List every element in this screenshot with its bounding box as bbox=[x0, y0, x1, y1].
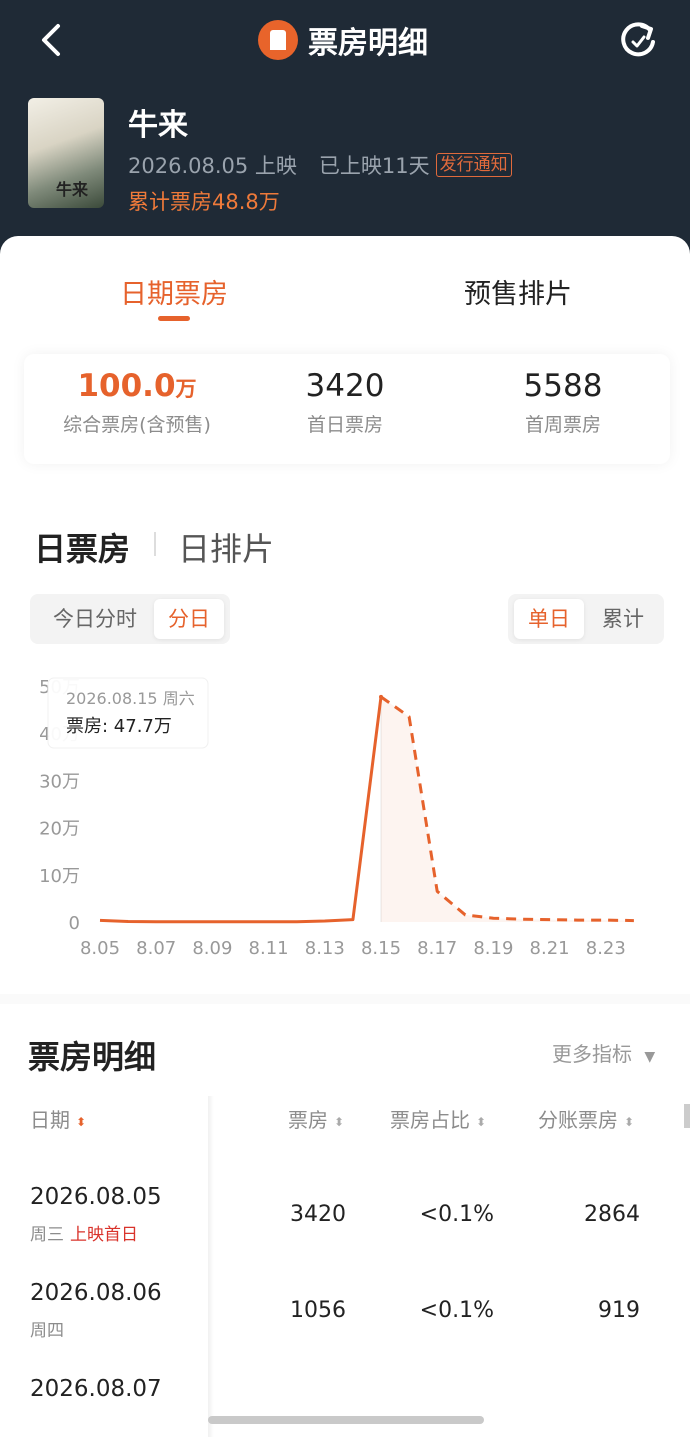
row-box: 3420 bbox=[290, 1202, 346, 1227]
x-tick-label: 8.17 bbox=[417, 938, 457, 959]
column-header-box[interactable]: 票房 ⬍ bbox=[288, 1104, 344, 1133]
section-title-daily-box[interactable]: 日票房 bbox=[34, 524, 130, 570]
table-row[interactable]: 2026.08.07 bbox=[0, 1376, 690, 1416]
caret-down-icon: ▼ bbox=[644, 1049, 656, 1065]
refresh-button[interactable] bbox=[616, 18, 660, 62]
x-tick-label: 8.13 bbox=[305, 938, 345, 959]
stat-total-unit: 万 bbox=[175, 377, 197, 401]
tab-presale-schedule[interactable]: 预售排片 bbox=[464, 272, 572, 311]
section-gap bbox=[0, 994, 690, 1004]
home-indicator[interactable] bbox=[208, 1416, 484, 1424]
column-header-split[interactable]: 分账票房 ⬍ bbox=[538, 1104, 634, 1133]
stat-total-value: 100.0 bbox=[77, 368, 176, 404]
column-header-overflow bbox=[684, 1104, 690, 1128]
x-tick-label: 8.05 bbox=[80, 938, 120, 959]
table-row[interactable]: 2026.08.06 周四 1056 <0.1% 919 bbox=[0, 1280, 690, 1376]
y-tick-label: 10万 bbox=[39, 866, 80, 887]
y-tick-label: 0 bbox=[69, 913, 80, 934]
sort-icon: ⬍ bbox=[334, 1114, 345, 1129]
stat-total-label: 综合票房(含预售) bbox=[63, 414, 211, 436]
chevron-left-icon bbox=[42, 24, 60, 56]
x-tick-label: 8.23 bbox=[586, 938, 626, 959]
data-point[interactable] bbox=[379, 694, 383, 699]
release-date: 2026.08.05 上映 bbox=[128, 154, 297, 178]
y-tick-label: 20万 bbox=[39, 819, 80, 840]
cumulative-box-office: 累计票房48.8万 bbox=[128, 190, 280, 214]
time-range-toggle: 今日分时 分日 bbox=[30, 594, 230, 644]
tooltip-date: 2026.08.15 周六 bbox=[66, 689, 195, 708]
x-tick-label: 8.07 bbox=[136, 938, 176, 959]
poster-title: 牛来 bbox=[56, 180, 89, 199]
column-header-date[interactable]: 日期 ⬍ bbox=[30, 1104, 86, 1133]
main-card: 日期票房 预售排片 100.0万 综合票房(含预售) 3420 首日票房 558… bbox=[0, 236, 690, 1437]
tab-indicator bbox=[158, 316, 190, 321]
table-title: 票房明细 bbox=[28, 1038, 157, 1076]
notice-badge[interactable]: 发行通知 bbox=[435, 153, 512, 177]
column-header-share[interactable]: 票房占比 ⬍ bbox=[390, 1104, 486, 1133]
stat-first-day: 3420 首日票房 bbox=[240, 368, 450, 437]
sort-icon: ⬍ bbox=[76, 1114, 87, 1129]
stat-total: 100.0万 综合票房(含预售) bbox=[32, 368, 242, 437]
more-metrics-label: 更多指标 bbox=[552, 1042, 632, 1066]
table-row[interactable]: 2026.08.05 周三 上映首日 3420 <0.1% 2864 bbox=[0, 1184, 690, 1280]
daily-box-office-chart[interactable]: 010万20万30万40万50万8.058.078.098.118.138.15… bbox=[0, 666, 690, 996]
column-header-box-label: 票房 bbox=[288, 1108, 328, 1132]
row-weekday-text: 周三 bbox=[30, 1225, 64, 1245]
sort-icon: ⬍ bbox=[624, 1114, 635, 1129]
stats-panel: 100.0万 综合票房(含预售) 3420 首日票房 5588 首周票房 bbox=[24, 354, 670, 464]
row-weekday: 周四 bbox=[30, 1316, 70, 1341]
stat-first-week-value: 5588 bbox=[523, 368, 603, 404]
stat-first-week-label: 首周票房 bbox=[524, 414, 601, 436]
days-showing: 已上映11天 bbox=[318, 154, 430, 178]
more-metrics-button[interactable]: 更多指标 ▼ bbox=[552, 1038, 655, 1067]
row-date: 2026.08.06 bbox=[30, 1280, 162, 1306]
movie-header: 票房明细 牛来 牛来 2026.08.05 上映 已上映11天 发行通知 累计票… bbox=[0, 0, 690, 262]
movie-name: 牛来 bbox=[128, 108, 188, 143]
toggle-cumulative[interactable]: 累计 bbox=[588, 599, 658, 639]
release-info: 2026.08.05 上映 已上映11天 发行通知 bbox=[128, 150, 512, 180]
column-header-split-label: 分账票房 bbox=[538, 1108, 618, 1132]
tab-date-box-office[interactable]: 日期票房 bbox=[120, 272, 228, 311]
section-title-daily-schedule[interactable]: 日排片 bbox=[178, 524, 274, 570]
y-tick-label: 30万 bbox=[39, 771, 80, 792]
section-divider bbox=[154, 532, 156, 556]
x-tick-label: 8.15 bbox=[361, 938, 401, 959]
series-area bbox=[381, 696, 634, 922]
row-weekday: 周三 上映首日 bbox=[30, 1220, 138, 1245]
stat-first-day-value: 3420 bbox=[305, 368, 385, 404]
refresh-icon bbox=[621, 22, 655, 57]
sort-icon: ⬍ bbox=[476, 1114, 487, 1129]
row-box: 1056 bbox=[290, 1298, 346, 1323]
row-weekday-text: 周四 bbox=[30, 1321, 64, 1341]
stat-first-week: 5588 首周票房 bbox=[458, 368, 668, 437]
row-share: <0.1% bbox=[419, 1202, 494, 1227]
row-share: <0.1% bbox=[419, 1298, 494, 1323]
tooltip-value: 票房: 47.7万 bbox=[66, 716, 172, 737]
back-button[interactable] bbox=[36, 18, 76, 62]
toggle-single-day[interactable]: 单日 bbox=[514, 599, 584, 639]
nav-title-group: 票房明细 bbox=[258, 18, 428, 62]
row-date: 2026.08.05 bbox=[30, 1184, 162, 1210]
row-split: 2864 bbox=[584, 1202, 640, 1227]
stat-first-day-label: 首日票房 bbox=[306, 414, 383, 436]
aggregation-toggle: 单日 累计 bbox=[508, 594, 664, 644]
x-tick-label: 8.11 bbox=[249, 938, 289, 959]
row-split: 919 bbox=[598, 1298, 640, 1323]
x-tick-label: 8.19 bbox=[473, 938, 513, 959]
row-tag: 上映首日 bbox=[70, 1225, 138, 1245]
x-tick-label: 8.09 bbox=[192, 938, 232, 959]
row-date: 2026.08.07 bbox=[30, 1376, 162, 1402]
toggle-daily[interactable]: 分日 bbox=[154, 599, 224, 639]
column-header-date-label: 日期 bbox=[30, 1108, 70, 1132]
movie-poster[interactable]: 牛来 bbox=[28, 98, 104, 208]
app-logo-icon bbox=[258, 20, 298, 60]
x-tick-label: 8.21 bbox=[530, 938, 570, 959]
toggle-hourly[interactable]: 今日分时 bbox=[36, 599, 154, 639]
column-header-share-label: 票房占比 bbox=[390, 1108, 470, 1132]
page-title: 票房明细 bbox=[308, 26, 428, 61]
